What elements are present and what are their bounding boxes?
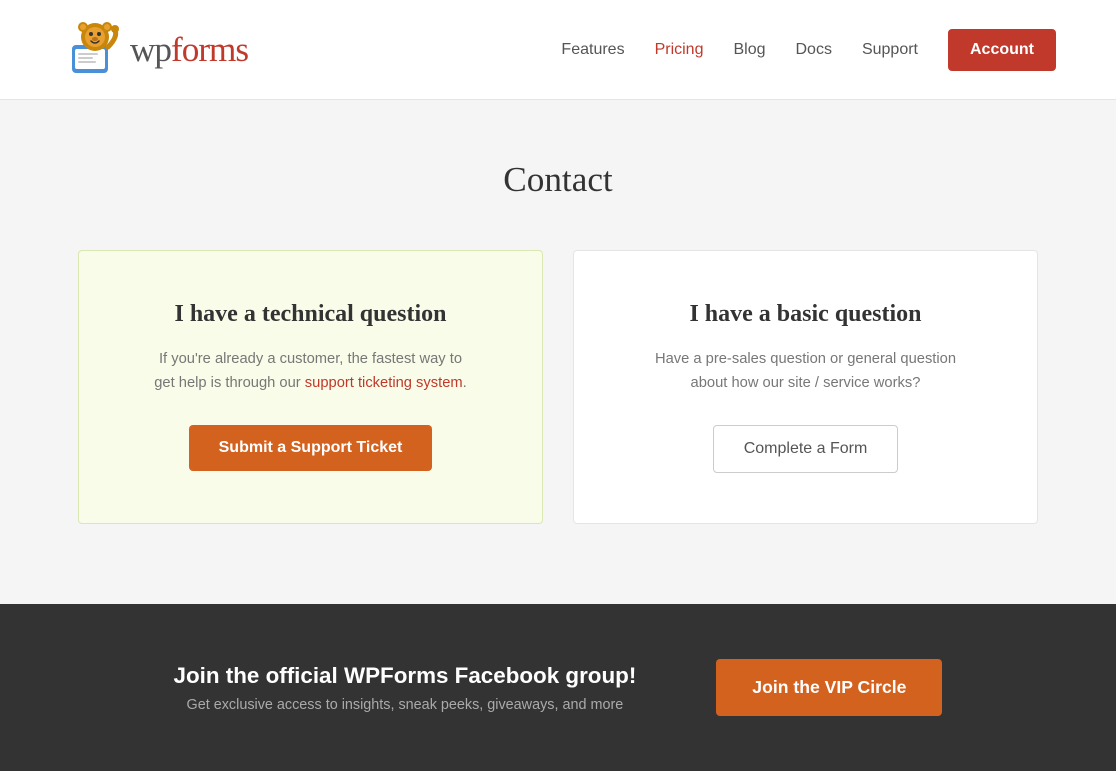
nav-pricing[interactable]: Pricing xyxy=(655,41,704,59)
nav-blog[interactable]: Blog xyxy=(733,41,765,59)
technical-question-card: I have a technical question If you're al… xyxy=(78,250,543,524)
logo-text: wpforms xyxy=(130,30,248,70)
bear-mascot-icon xyxy=(60,15,130,85)
page-title: Contact xyxy=(60,160,1056,200)
vip-circle-button[interactable]: Join the VIP Circle xyxy=(716,659,942,716)
technical-card-description: If you're already a customer, the fastes… xyxy=(151,348,471,395)
cards-row: I have a technical question If you're al… xyxy=(78,250,1038,524)
main-content: Contact I have a technical question If y… xyxy=(0,100,1116,604)
basic-question-card: I have a basic question Have a pre-sales… xyxy=(573,250,1038,524)
footer-text-block: Join the official WPForms Facebook group… xyxy=(174,663,637,713)
nav-support[interactable]: Support xyxy=(862,41,918,59)
main-nav: Features Pricing Blog Docs Support Accou… xyxy=(561,29,1056,71)
basic-card-description: Have a pre-sales question or general que… xyxy=(646,348,966,395)
footer-title: Join the official WPForms Facebook group… xyxy=(174,663,637,689)
logo: wpforms xyxy=(60,15,248,85)
technical-card-title: I have a technical question xyxy=(174,301,446,328)
header: wpforms Features Pricing Blog Docs Suppo… xyxy=(0,0,1116,100)
complete-form-button[interactable]: Complete a Form xyxy=(713,425,899,473)
nav-docs[interactable]: Docs xyxy=(796,41,832,59)
submit-ticket-button[interactable]: Submit a Support Ticket xyxy=(189,425,433,471)
footer-subtitle: Get exclusive access to insights, sneak … xyxy=(174,697,637,713)
footer-banner: Join the official WPForms Facebook group… xyxy=(0,604,1116,771)
account-button[interactable]: Account xyxy=(948,29,1056,71)
basic-card-title: I have a basic question xyxy=(689,301,921,328)
nav-features[interactable]: Features xyxy=(561,41,624,59)
